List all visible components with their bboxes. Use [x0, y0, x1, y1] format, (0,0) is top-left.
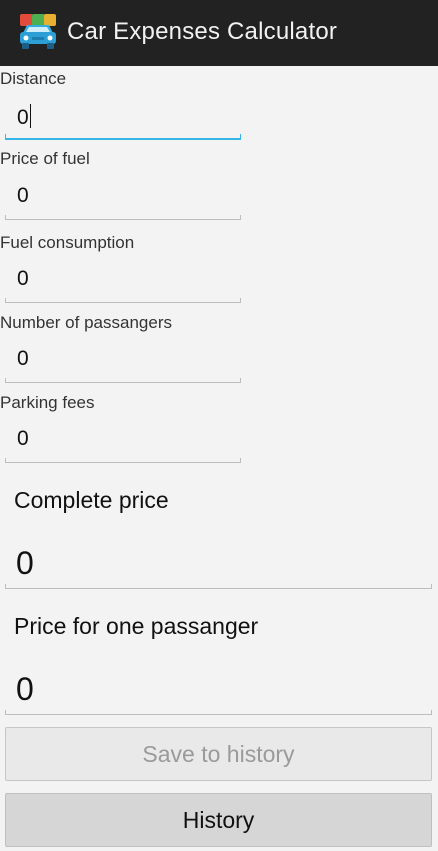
distance-input[interactable]: 0 — [5, 100, 241, 140]
per-passenger-title: Price for one passanger — [14, 613, 259, 639]
text-cursor — [29, 104, 31, 128]
passengers-label: Number of passangers — [0, 313, 172, 332]
car-app-icon[interactable] — [18, 13, 58, 51]
output-underline — [5, 584, 432, 589]
parking-label: Parking fees — [0, 393, 95, 412]
passengers-input[interactable]: 0 — [5, 343, 241, 383]
fuel-consumption-input[interactable]: 0 — [5, 263, 241, 303]
input-underline — [5, 134, 241, 140]
fuel-price-input[interactable]: 0 — [5, 180, 241, 220]
distance-label: Distance — [0, 69, 67, 88]
output-underline — [5, 710, 432, 715]
input-underline — [5, 215, 241, 220]
passengers-value: 0 — [17, 347, 29, 370]
app-title: Car Expenses Calculator — [67, 18, 338, 45]
save-to-history-button[interactable]: Save to history — [5, 727, 432, 781]
per-passenger-value: 0 — [16, 671, 34, 707]
action-bar: Car Expenses Calculator — [0, 0, 438, 66]
fuel-consumption-value: 0 — [17, 267, 29, 290]
complete-price-value: 0 — [16, 545, 34, 581]
distance-value: 0 — [17, 104, 31, 129]
input-underline — [5, 458, 241, 463]
per-passenger-output: 0 — [5, 665, 432, 715]
fuel-price-value: 0 — [17, 184, 29, 207]
history-button[interactable]: History — [5, 793, 432, 847]
fuel-consumption-label: Fuel consumption — [0, 233, 135, 252]
fuel-price-label: Price of fuel — [0, 149, 90, 168]
input-underline — [5, 378, 241, 383]
complete-price-output: 0 — [5, 539, 432, 589]
parking-input[interactable]: 0 — [5, 423, 241, 463]
parking-value: 0 — [17, 427, 29, 450]
complete-price-title: Complete price — [14, 487, 169, 513]
input-underline — [5, 298, 241, 303]
